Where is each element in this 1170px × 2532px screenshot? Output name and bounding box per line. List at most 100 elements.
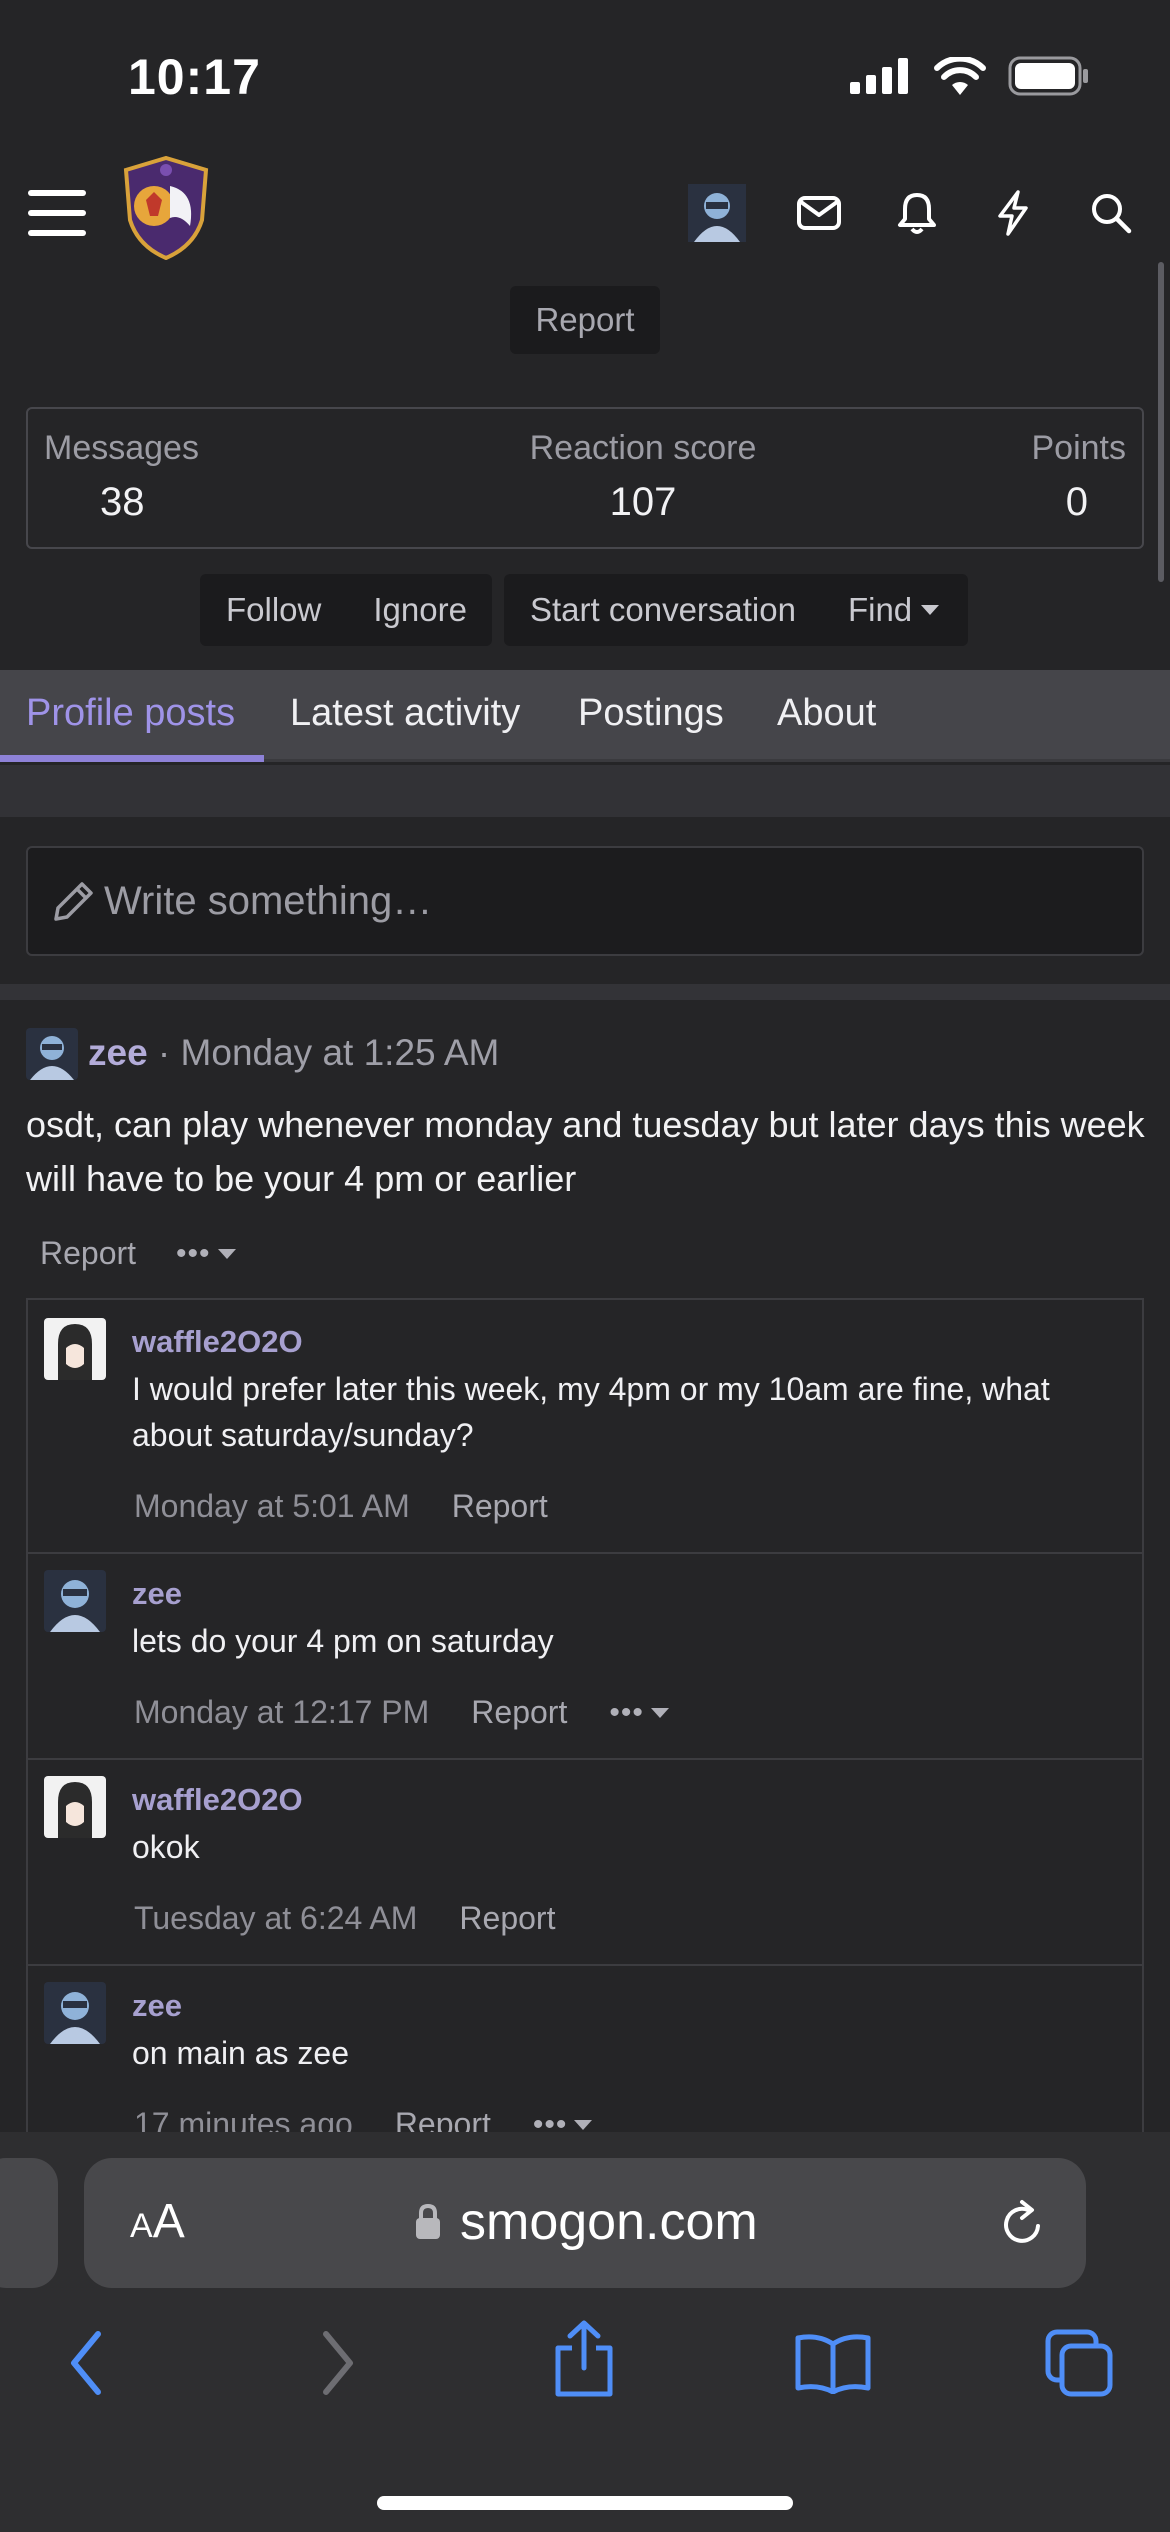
profile-report-button[interactable]: Report — [510, 286, 660, 354]
ignore-button[interactable]: Ignore — [347, 591, 493, 629]
tab-postings[interactable]: Postings — [578, 692, 724, 735]
share-button[interactable] — [552, 2320, 616, 2403]
comment-text: on main as zee — [132, 2035, 350, 2071]
write-something-input[interactable]: Write something… — [26, 846, 1144, 956]
text-size-large-a: A — [152, 2195, 185, 2248]
tab-about[interactable]: About — [777, 692, 876, 735]
comment-report-button[interactable]: Report — [471, 1694, 567, 1731]
pencil-icon — [54, 882, 93, 921]
wifi-icon — [934, 57, 986, 95]
forward-button[interactable] — [318, 2328, 358, 2403]
tab-profile-posts[interactable]: Profile posts — [26, 692, 235, 735]
mail-icon — [797, 196, 841, 230]
follow-ignore-group: Follow Ignore — [200, 574, 492, 646]
comment-meta: Monday at 5:01 AM Report — [134, 1488, 548, 1525]
comment-avatar[interactable] — [44, 1982, 106, 2044]
post-report-button[interactable]: Report — [40, 1235, 136, 1272]
back-button[interactable] — [66, 2328, 106, 2403]
section-divider — [0, 984, 1170, 1000]
comment-author-name[interactable]: waffle2O2O — [132, 1782, 303, 1818]
search-button[interactable] — [1078, 180, 1144, 246]
find-label: Find — [847, 591, 913, 628]
text-size-small-a: A — [130, 2207, 153, 2245]
comment-author-name[interactable]: zee — [132, 1576, 182, 1612]
address-bar[interactable]: AA smogon.com — [84, 2158, 1086, 2288]
points-label: Points — [1031, 429, 1127, 467]
caret-down-icon — [574, 2119, 593, 2130]
hamburger-icon — [28, 190, 86, 236]
post-author-name[interactable]: zee — [88, 1032, 148, 1073]
comment-list: waffle2O2O I would prefer later this wee… — [26, 1298, 1144, 2138]
more-dots-icon: ••• — [609, 1695, 644, 1729]
tabs-icon — [1045, 2329, 1113, 2397]
profile-tabs: Profile posts Latest activity Postings A… — [0, 670, 1170, 762]
comment-meta: Tuesday at 6:24 AM Report — [134, 1900, 555, 1937]
reload-icon — [1004, 2200, 1040, 2243]
comment-author-name[interactable]: zee — [132, 1988, 182, 2024]
comment-text: okok — [132, 1829, 200, 1865]
reload-button[interactable] — [998, 2198, 1046, 2253]
url-display[interactable]: smogon.com — [414, 2192, 758, 2252]
caret-down-icon — [921, 605, 940, 615]
comment-report-button[interactable]: Report — [452, 1488, 548, 1525]
caret-down-icon — [650, 1707, 669, 1718]
comment-item: zee lets do your 4 pm on saturday Monday… — [28, 1554, 1142, 1760]
comment-author-name[interactable]: waffle2O2O — [132, 1324, 303, 1360]
whats-new-button[interactable] — [980, 180, 1046, 246]
lock-icon — [416, 2203, 440, 2239]
tab-latest-activity[interactable]: Latest activity — [290, 692, 520, 735]
status-time: 10:17 — [128, 49, 261, 105]
user-avatar-button[interactable] — [684, 180, 750, 246]
reaction-score-stat[interactable]: Reaction score 107 — [498, 429, 788, 525]
comment-item: waffle2O2O okok Tuesday at 6:24 AM Repor… — [28, 1760, 1142, 1966]
start-conversation-button[interactable]: Start conversation — [504, 591, 822, 629]
comment-time[interactable]: Monday at 12:17 PM — [134, 1694, 429, 1731]
avatar — [688, 184, 746, 242]
write-something-placeholder: Write something… — [104, 878, 433, 923]
home-indicator[interactable] — [377, 2496, 793, 2510]
smogon-logo[interactable] — [118, 155, 214, 261]
active-tab-indicator — [0, 755, 264, 762]
messages-stat[interactable]: Messages 38 — [44, 429, 199, 525]
chevron-right-icon — [323, 2331, 353, 2395]
bookmarks-button[interactable] — [794, 2332, 872, 2399]
comment-avatar[interactable] — [44, 1776, 106, 1838]
post-more-menu-button[interactable]: ••• — [176, 1237, 237, 1271]
section-gap — [0, 765, 1170, 817]
scrollbar[interactable] — [1158, 262, 1164, 582]
comment-time[interactable]: Tuesday at 6:24 AM — [134, 1900, 417, 1937]
post-separator: · — [147, 1032, 181, 1073]
alerts-button[interactable] — [884, 180, 950, 246]
comment-time[interactable]: Monday at 5:01 AM — [134, 1488, 410, 1525]
comment-text: lets do your 4 pm on saturday — [132, 1623, 554, 1659]
text-size-button[interactable]: AA — [130, 2194, 185, 2249]
comment-avatar[interactable] — [44, 1570, 106, 1632]
post-header: zee · Monday at 1:25 AM — [88, 1032, 499, 1074]
book-icon — [795, 2334, 871, 2395]
cellular-signal-icon — [850, 58, 908, 94]
status-bar: 10:17 — [0, 0, 1170, 150]
tabs-button[interactable] — [1044, 2328, 1114, 2403]
profile-stats: Messages 38 Reaction score 107 Points 0 — [26, 407, 1144, 549]
post-author-avatar[interactable] — [26, 1028, 78, 1080]
share-icon — [555, 2320, 613, 2397]
battery-icon — [1008, 56, 1088, 96]
more-dots-icon: ••• — [176, 1236, 211, 1270]
previous-tab-preview[interactable] — [0, 2158, 58, 2288]
follow-button[interactable]: Follow — [200, 591, 347, 629]
bell-icon — [898, 193, 936, 234]
inbox-button[interactable] — [786, 180, 852, 246]
url-text: smogon.com — [460, 2193, 758, 2251]
points-value: 0 — [1065, 480, 1088, 524]
comment-text: I would prefer later this week, my 4pm o… — [132, 1371, 1050, 1453]
comment-more-menu-button[interactable]: ••• — [609, 1696, 670, 1730]
comment-avatar[interactable] — [44, 1318, 106, 1380]
hamburger-menu-button[interactable] — [24, 180, 90, 246]
comment-item: zee on main as zee 17 minutes ago Report… — [28, 1966, 1142, 2138]
reaction-score-label: Reaction score — [529, 429, 757, 467]
post-time[interactable]: Monday at 1:25 AM — [181, 1032, 500, 1073]
comment-report-button[interactable]: Report — [459, 1900, 555, 1937]
find-menu-button[interactable]: Find — [822, 591, 966, 629]
points-stat[interactable]: Points 0 — [1032, 429, 1127, 525]
chevron-left-icon — [71, 2331, 101, 2395]
